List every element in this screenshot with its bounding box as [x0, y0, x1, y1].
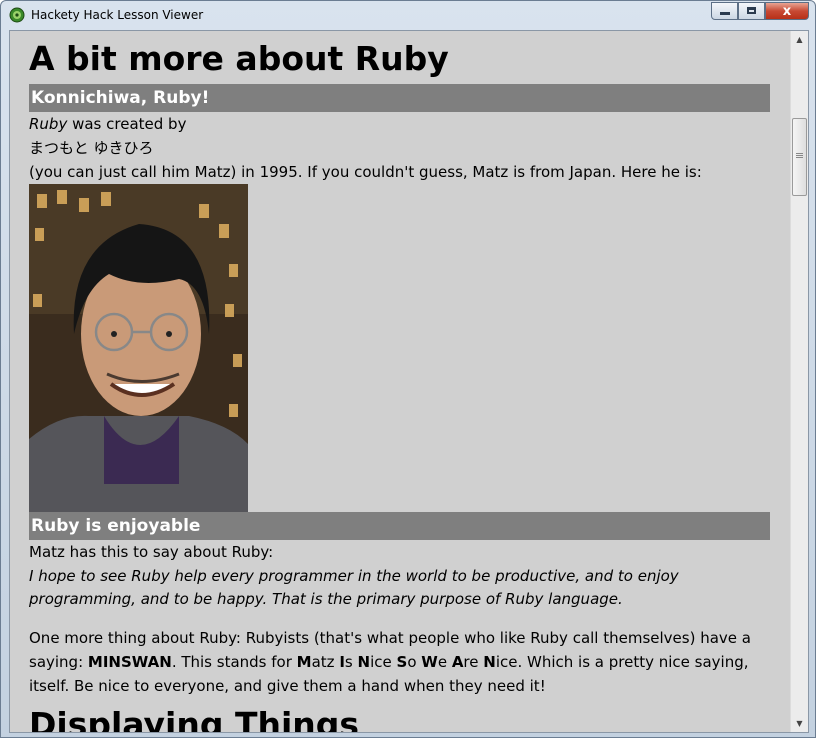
maximize-button[interactable]	[738, 2, 765, 20]
next-heading: Displaying Things	[29, 705, 360, 733]
word-rest: e	[437, 653, 452, 671]
matz-intro-text: (you can just call him Matz) in 1995. If…	[29, 163, 702, 181]
word-rest: ice	[370, 653, 397, 671]
maximize-icon	[747, 7, 756, 14]
lesson-content-area[interactable]: A bit more about Ruby Konnichiwa, Ruby! …	[9, 30, 809, 733]
close-button[interactable]: x	[765, 2, 809, 20]
lesson-body: A bit more about Ruby Konnichiwa, Ruby! …	[29, 31, 770, 733]
initial-letter: A	[451, 653, 464, 671]
initial-letter: N	[357, 653, 371, 671]
matz-quote: I hope to see Ruby help every programmer…	[29, 567, 679, 608]
minimize-button[interactable]	[711, 2, 738, 20]
vertical-scrollbar[interactable]: ▲ ▼	[790, 31, 808, 732]
initial-letter: N	[483, 653, 496, 671]
lesson-heading: A bit more about Ruby	[29, 39, 449, 78]
minimize-icon	[720, 12, 730, 15]
app-icon	[9, 7, 25, 23]
matz-says-text: Matz has this to say about Ruby:	[29, 543, 274, 561]
minswan-mid: . This stands for	[171, 653, 297, 671]
initial-letter: M	[296, 653, 312, 671]
word-rest: s	[344, 653, 358, 671]
scroll-up-arrow-icon[interactable]: ▲	[791, 31, 808, 48]
japanese-name: まつもと ゆきひろ	[29, 139, 154, 157]
created-by-line: Ruby was created by	[29, 112, 770, 136]
window-title: Hackety Hack Lesson Viewer	[31, 8, 204, 22]
minswan-paragraph: One more thing about Ruby: Rubyists (tha…	[29, 626, 770, 698]
window-controls: x	[711, 2, 809, 21]
minswan-acronym: MINSWAN	[87, 653, 172, 671]
ruby-emphasis: Ruby	[29, 115, 68, 133]
matz-photo	[29, 184, 248, 512]
word-rest: re	[463, 653, 484, 671]
grip-icon	[796, 153, 803, 154]
section-title-enjoyable: Ruby is enjoyable	[29, 512, 770, 540]
title-bar[interactable]: Hackety Hack Lesson Viewer x	[1, 1, 815, 29]
initial-letter: W	[421, 653, 438, 671]
scroll-down-arrow-icon[interactable]: ▼	[791, 715, 808, 732]
word-rest: atz	[311, 653, 340, 671]
close-icon: x	[782, 4, 792, 19]
word-rest: ice	[495, 653, 518, 671]
initial-letter: S	[396, 653, 408, 671]
lesson-viewer-window: Hackety Hack Lesson Viewer x A bit more …	[0, 0, 816, 738]
scroll-thumb[interactable]	[792, 118, 807, 196]
created-by-text: was created by	[67, 115, 187, 133]
word-rest: o	[407, 653, 422, 671]
section-title-konnichiwa: Konnichiwa, Ruby!	[29, 84, 770, 112]
